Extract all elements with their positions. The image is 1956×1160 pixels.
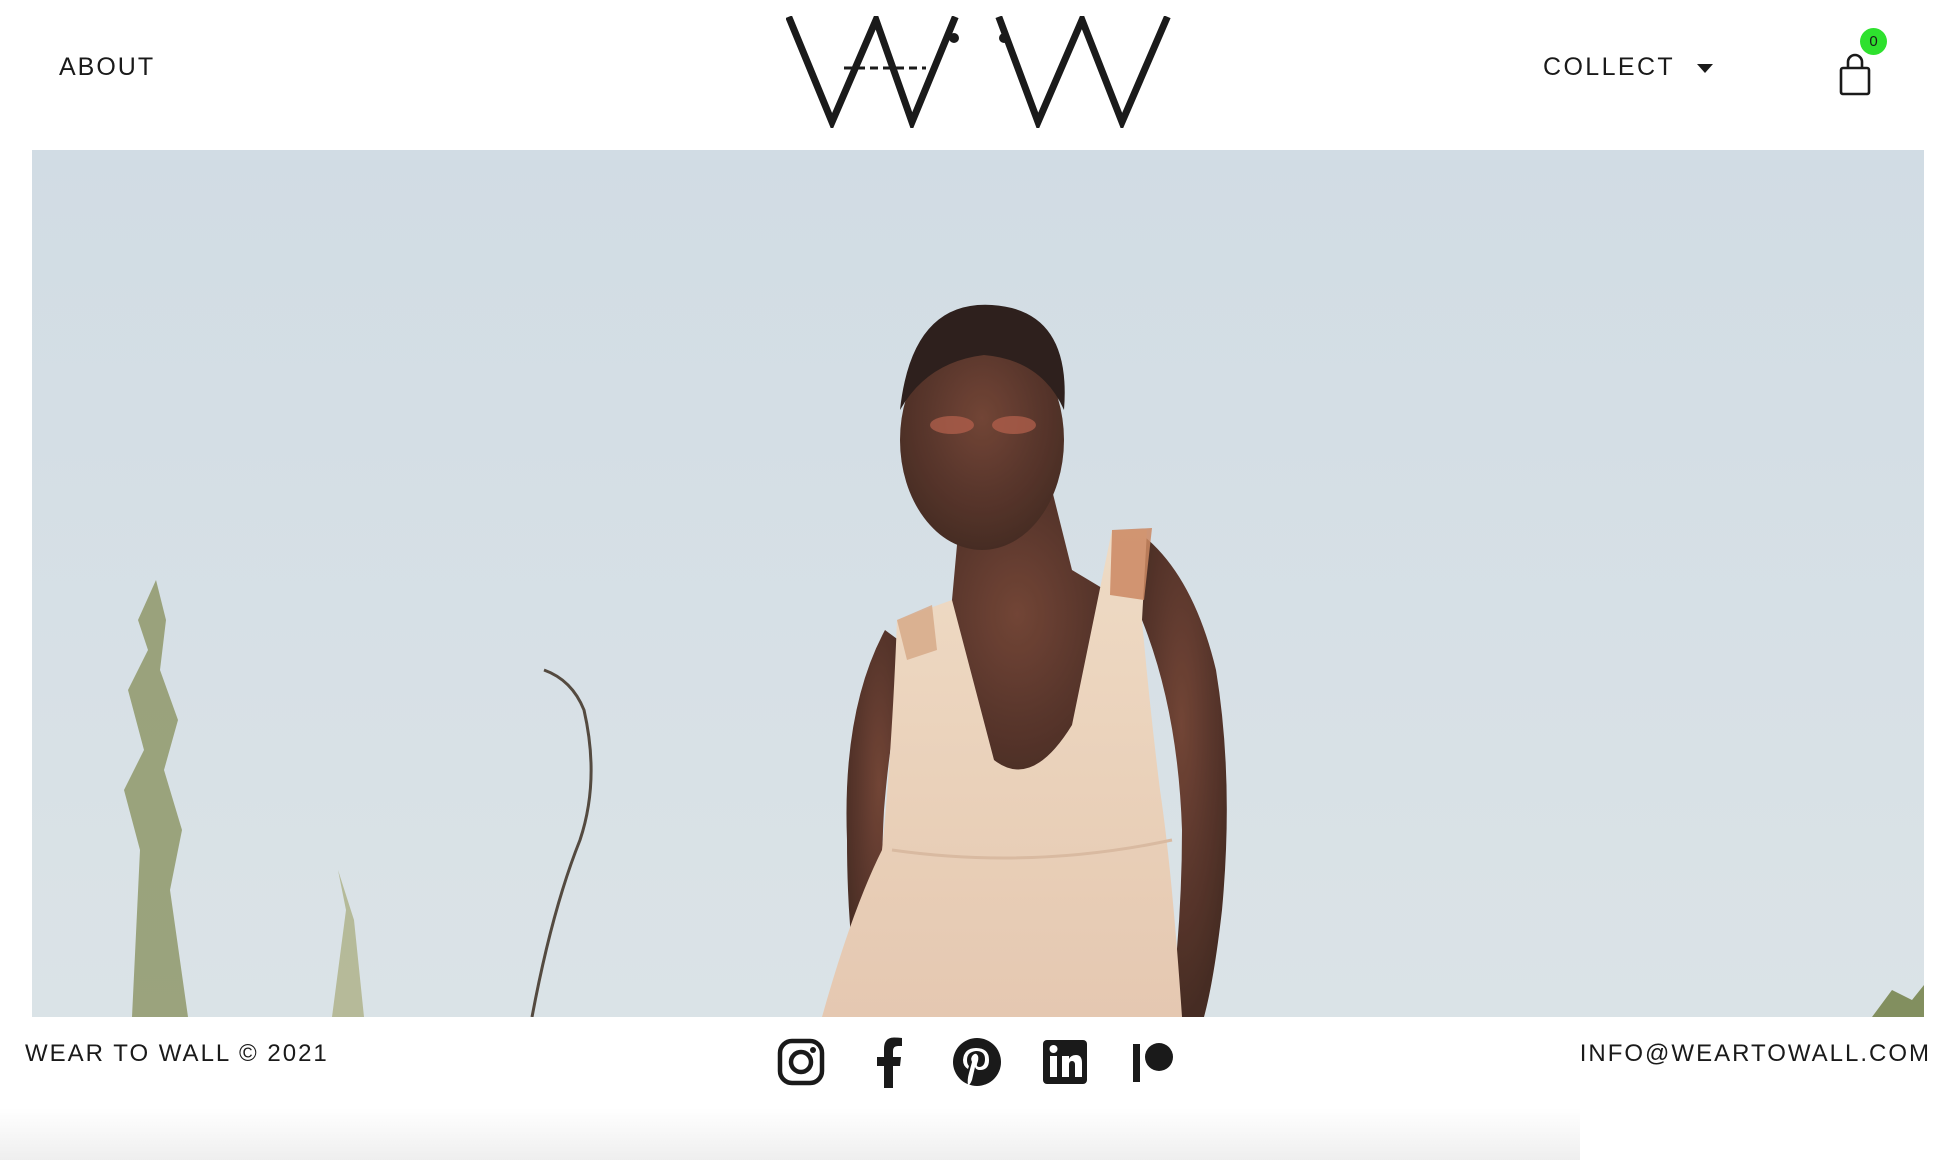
- linkedin-icon[interactable]: [1040, 1036, 1090, 1088]
- nav-collect-menu[interactable]: COLLECT: [1543, 53, 1714, 82]
- chevron-down-icon: [1697, 64, 1714, 73]
- site-logo[interactable]: [786, 16, 1171, 128]
- footer-email-link[interactable]: INFO@WEARTOWALL.COM: [1580, 1040, 1931, 1068]
- bottom-fade: [0, 1108, 1580, 1160]
- nav-about-link[interactable]: ABOUT: [59, 53, 155, 82]
- hero-image: [32, 150, 1924, 1017]
- instagram-icon[interactable]: [776, 1036, 826, 1088]
- shopping-bag-icon[interactable]: [1838, 52, 1872, 96]
- facebook-icon[interactable]: [864, 1036, 914, 1088]
- social-links: [776, 1036, 1180, 1088]
- collect-label: COLLECT: [1543, 53, 1676, 81]
- patreon-icon[interactable]: [1128, 1036, 1178, 1088]
- cart-count-badge: 0: [1860, 28, 1887, 55]
- footer-copyright: WEAR TO WALL © 2021: [25, 1040, 329, 1067]
- site-header: ABOUT COLLECT 0: [0, 0, 1956, 150]
- pinterest-icon[interactable]: [952, 1036, 1002, 1088]
